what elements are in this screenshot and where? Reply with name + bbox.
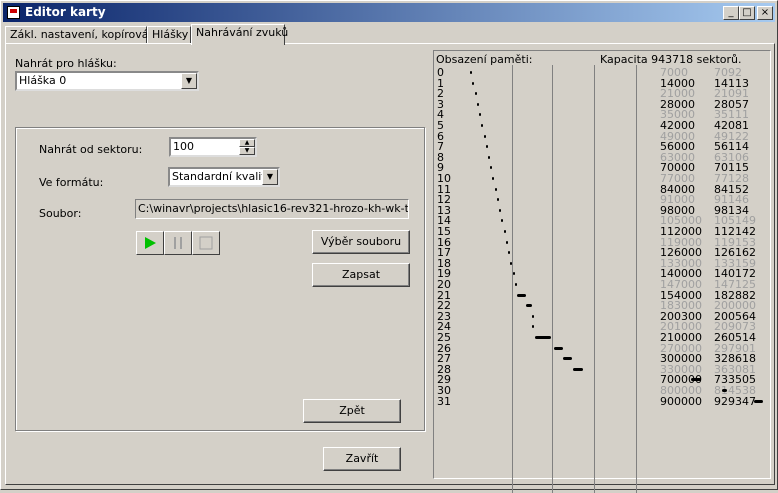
divider	[636, 65, 637, 493]
memory-usage-bar	[512, 272, 515, 276]
memory-usage-bar	[572, 367, 584, 371]
memory-usage-bar	[534, 336, 551, 339]
memory-usage-bar	[501, 219, 504, 223]
from-sector-label: Nahrát od sektoru:	[39, 143, 143, 156]
pause-icon	[174, 237, 182, 249]
memory-usage-bar	[722, 389, 727, 392]
select-file-button[interactable]: Výběr souboru	[312, 230, 410, 254]
file-label: Soubor:	[39, 207, 82, 220]
memory-usage-bar	[499, 208, 502, 212]
memory-row-start: 900000	[660, 394, 702, 408]
memory-usage-bar	[494, 187, 497, 191]
write-button[interactable]: Zapsat	[312, 263, 410, 287]
memory-usage-bar	[503, 230, 506, 233]
close-button[interactable]: Zavřít	[323, 447, 401, 471]
stop-button[interactable]	[192, 231, 220, 255]
memory-usage-bar	[526, 304, 532, 308]
close-window-button[interactable]: ×	[757, 6, 773, 20]
memory-usage-bar	[474, 92, 477, 96]
capacity-label: Kapacita 943718 sektorů.	[600, 53, 742, 66]
spin-up-icon[interactable]: ▲	[239, 139, 255, 147]
memory-panel: Obsazení paměti: Kapacita 943718 sektorů…	[433, 50, 771, 493]
format-select[interactable]: Standardní kvalita ▼	[168, 167, 280, 187]
memory-usage-bar	[492, 177, 495, 180]
memory-usage-bar	[531, 325, 535, 329]
spin-down-icon[interactable]: ▼	[239, 147, 255, 155]
memory-usage-bar	[490, 166, 493, 170]
record-for-label: Nahrát pro hlášku:	[15, 57, 117, 70]
memory-usage-bar	[531, 314, 534, 318]
title-bar: Editor karty	[3, 3, 775, 22]
sector-value: 100	[173, 140, 194, 153]
pause-button[interactable]	[164, 231, 192, 255]
memory-usage-bar	[496, 198, 499, 202]
occupancy-label: Obsazení paměti:	[436, 53, 533, 66]
tab-messages[interactable]: Hlášky	[147, 26, 191, 44]
memory-usage-bar	[505, 240, 508, 244]
memory-usage-bar	[483, 134, 486, 138]
memory-usage-bar	[516, 293, 527, 297]
editor-window: Editor karty _ □ × Zákl. nastavení, kopí…	[0, 0, 778, 493]
message-select-value: Hláška 0	[19, 74, 67, 87]
file-path-field[interactable]: C:\winavr\projects\hlasic16-rev321-hrozo…	[135, 199, 409, 219]
minimize-button[interactable]: _	[723, 6, 739, 20]
back-button[interactable]: Zpět	[303, 399, 401, 423]
memory-usage-bar	[485, 145, 488, 149]
play-icon	[145, 237, 156, 249]
memory-usage-bar	[476, 102, 479, 106]
divider	[552, 65, 553, 493]
memory-usage-bar	[563, 357, 573, 361]
format-label: Ve formátu:	[39, 176, 104, 189]
memory-row-number: 31	[437, 394, 451, 408]
tab-sound-recording[interactable]: Nahrávání zvuků	[191, 24, 288, 45]
divider	[512, 65, 513, 493]
memory-usage-bar	[472, 81, 475, 85]
divider	[594, 65, 595, 493]
stop-icon	[199, 236, 213, 250]
chevron-down-icon[interactable]: ▼	[262, 169, 278, 185]
tab-basic-settings[interactable]: Zákl. nastavení, kopírování	[5, 26, 159, 44]
memory-usage-bar	[508, 251, 511, 255]
memory-usage-bar	[488, 155, 491, 159]
memory-usage-bar	[481, 124, 484, 127]
memory-usage-bar	[470, 71, 473, 74]
chevron-down-icon[interactable]: ▼	[181, 73, 197, 89]
memory-usage-bar	[754, 399, 764, 403]
message-select[interactable]: Hláška 0 ▼	[15, 71, 199, 91]
maximize-button[interactable]: □	[739, 6, 755, 20]
app-icon	[7, 6, 20, 19]
sector-spinner[interactable]: 100 ▲ ▼	[169, 137, 257, 157]
memory-usage-bar	[553, 346, 563, 350]
memory-usage-bar	[514, 283, 517, 286]
format-select-value: Standardní kvalita	[172, 170, 273, 183]
memory-usage-bar	[479, 113, 482, 117]
memory-usage-bar	[690, 378, 702, 382]
window-title: Editor karty	[25, 5, 106, 19]
play-button[interactable]	[136, 231, 164, 255]
